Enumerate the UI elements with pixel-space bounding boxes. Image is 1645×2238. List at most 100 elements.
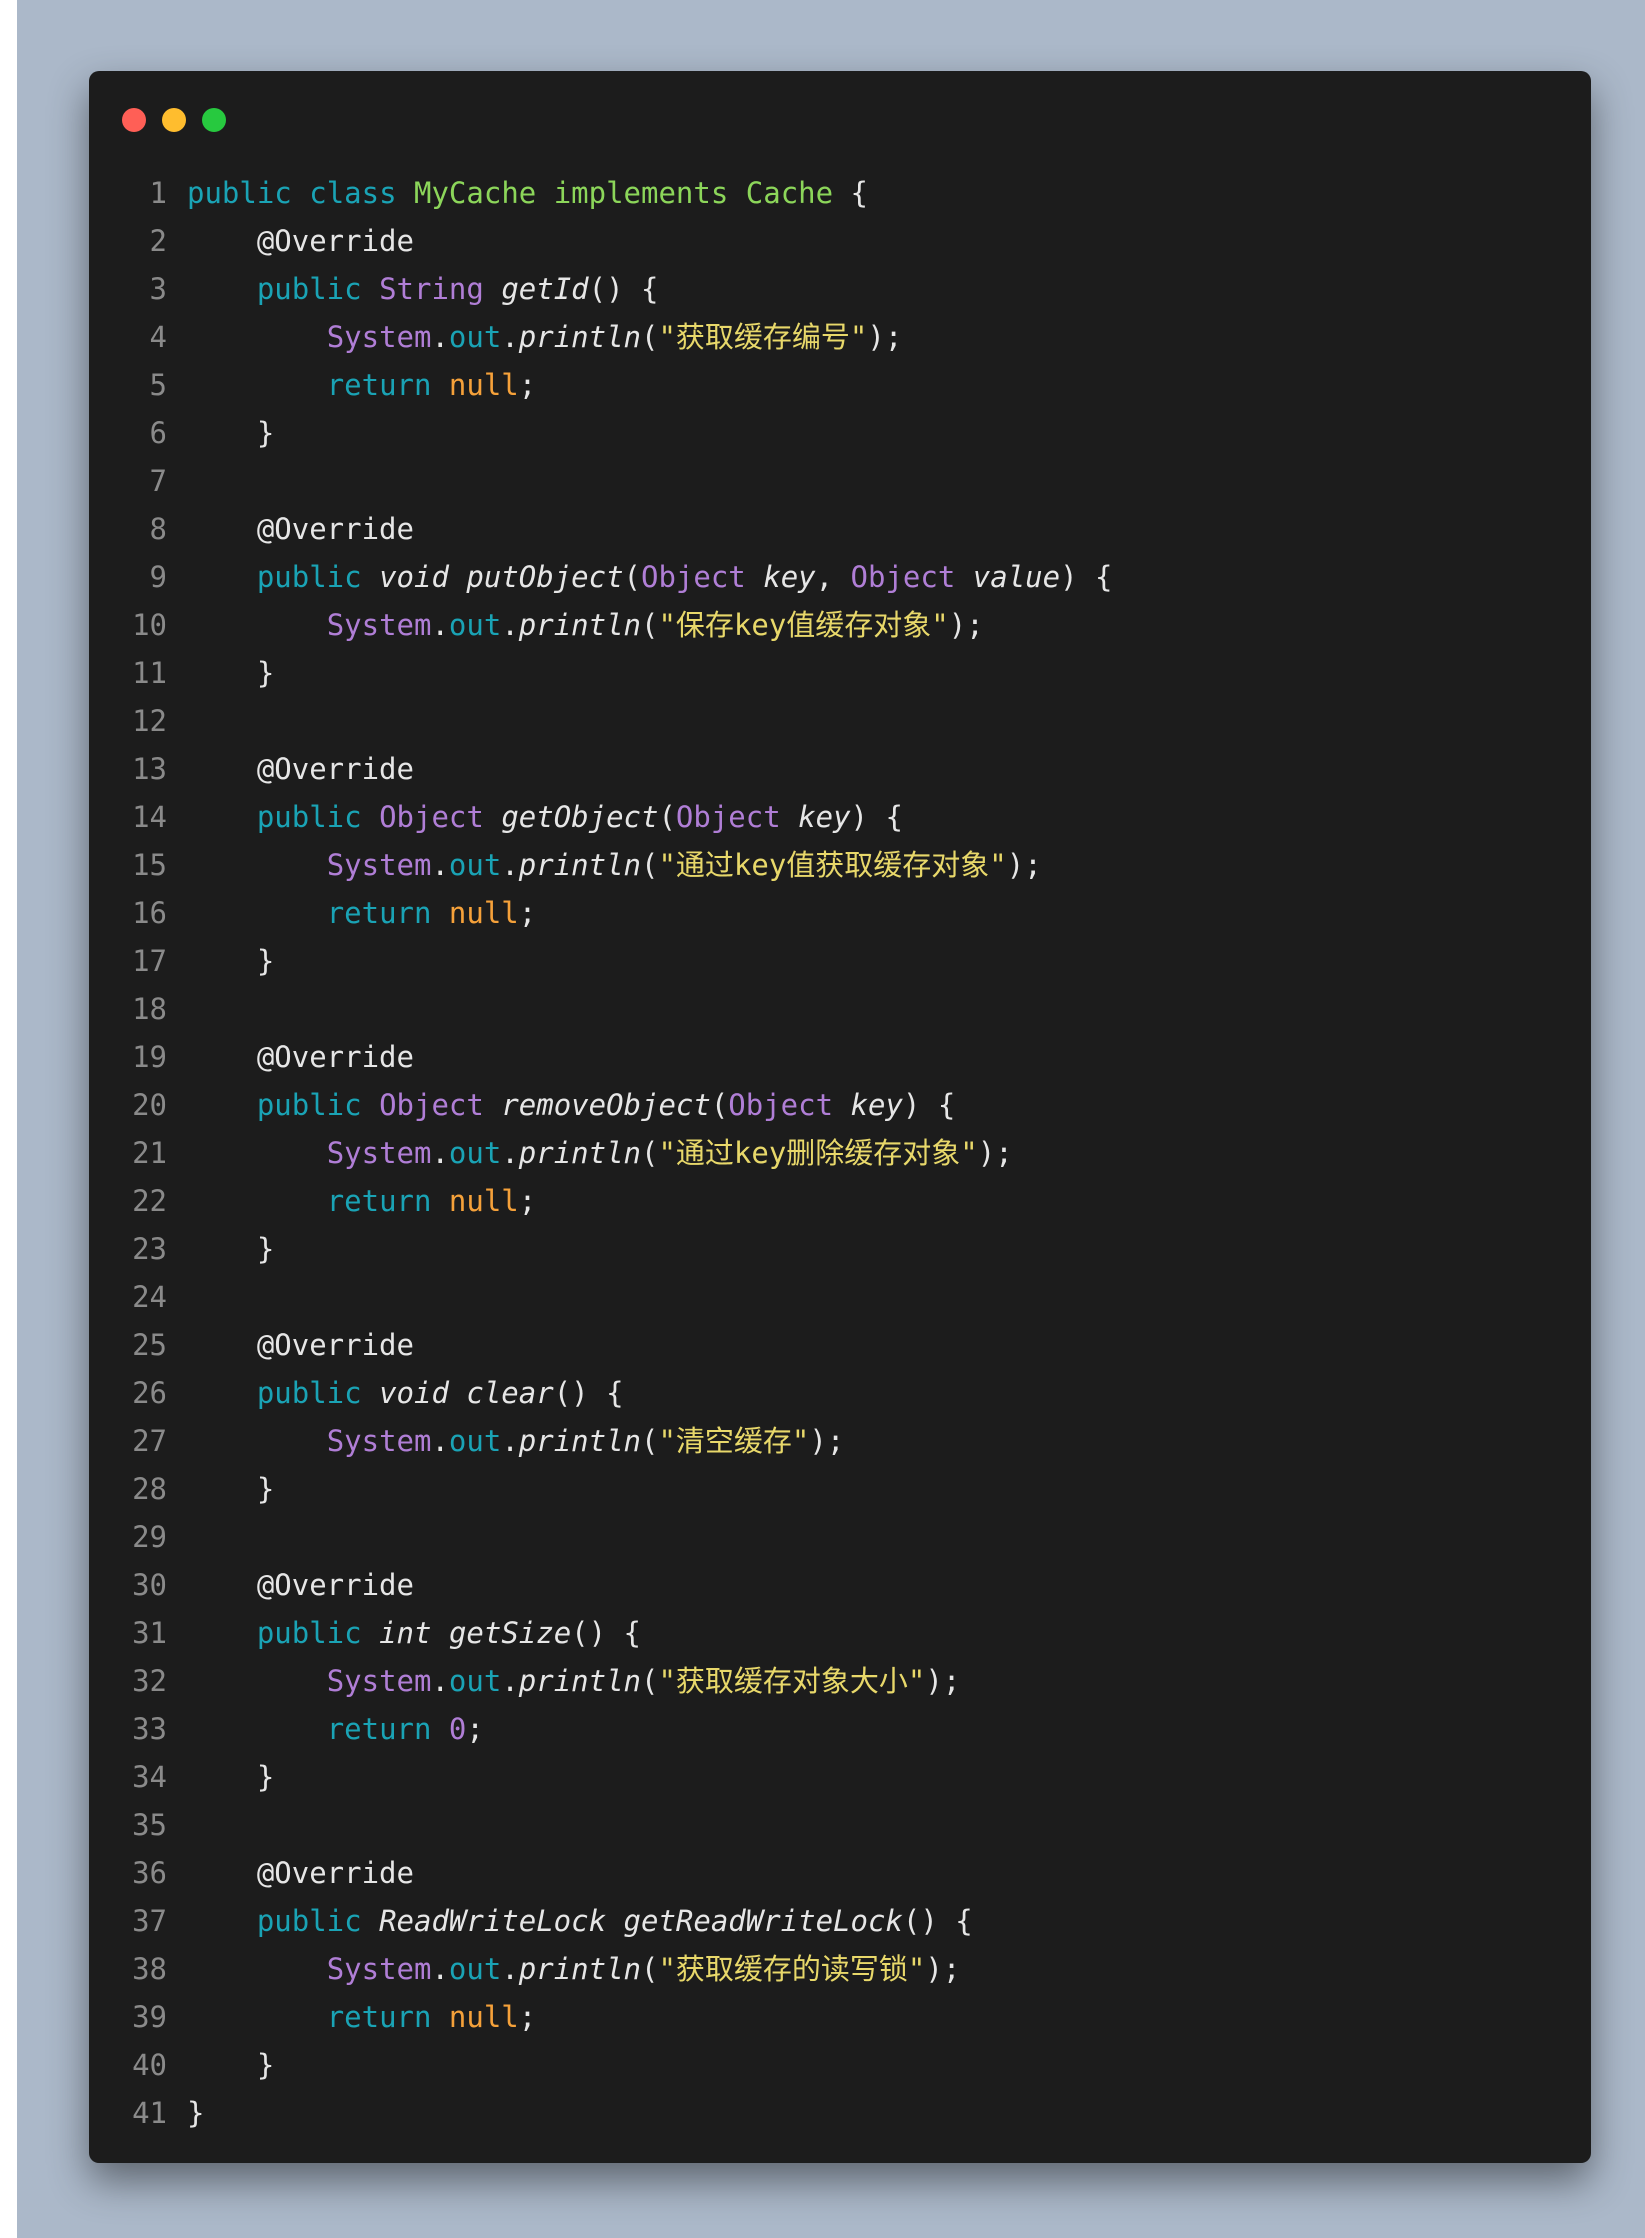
line-text: System.out.println("通过key删除缓存对象"); (187, 1129, 1013, 1177)
line-number: 29 (132, 1520, 167, 1554)
code-token: . (431, 608, 449, 642)
code-token: . (431, 320, 449, 354)
code-line: 3 public String getId() { (89, 265, 1591, 313)
code-token: System (326, 848, 432, 882)
close-dot-icon[interactable] (122, 108, 146, 132)
line-number: 33 (132, 1712, 167, 1746)
code-line: 41} (89, 2089, 1591, 2137)
code-token: void (379, 1376, 449, 1410)
code-token: implements (553, 176, 729, 210)
maximize-dot-icon[interactable] (202, 108, 226, 132)
code-token: () { (902, 1904, 973, 1938)
code-token: putObject (466, 560, 624, 594)
code-line: 12 (89, 697, 1591, 745)
code-token: public (256, 272, 362, 306)
code-token: System (326, 1136, 432, 1170)
line-number: 15 (132, 848, 167, 882)
code-token: } (256, 944, 275, 978)
code-token: public (256, 1376, 362, 1410)
code-token: return (326, 1712, 432, 1746)
code-token: () { (553, 1376, 624, 1410)
code-token: value (972, 560, 1061, 594)
line-number: 35 (132, 1808, 167, 1842)
code-line: 11 } (89, 649, 1591, 697)
code-line: 32 System.out.println("获取缓存对象大小"); (89, 1657, 1591, 1705)
line-number: 1 (149, 176, 167, 210)
code-token: . (501, 320, 519, 354)
line-text: return null; (187, 1177, 537, 1225)
code-token: } (256, 1760, 275, 1794)
code-token: ( (641, 1136, 659, 1170)
line-number: 20 (132, 1088, 167, 1122)
minimize-dot-icon[interactable] (162, 108, 186, 132)
code-token: . (431, 1136, 449, 1170)
code-token: ); (809, 1424, 845, 1458)
code-token: public (256, 1088, 362, 1122)
code-token: Object (379, 800, 484, 834)
window-controls (122, 108, 226, 132)
code-token: ; (466, 1712, 484, 1746)
code-token: ; (518, 1184, 537, 1218)
code-token: out (448, 1136, 502, 1170)
code-token: int (379, 1616, 432, 1650)
code-token: ( (641, 1664, 659, 1698)
line-text: } (187, 649, 274, 697)
code-token: @Override (256, 1856, 414, 1890)
line-number: 4 (149, 320, 167, 354)
code-token: return (326, 896, 432, 930)
code-token: } (256, 416, 275, 450)
line-text: System.out.println("获取缓存的读写锁"); (187, 1945, 961, 1993)
code-token: public (256, 1616, 362, 1650)
code-line: 4 System.out.println("获取缓存编号"); (89, 313, 1591, 361)
code-line: 28 } (89, 1465, 1591, 1513)
code-token: getReadWriteLock (623, 1904, 903, 1938)
code-token: println (518, 1424, 641, 1458)
line-number: 14 (132, 800, 167, 834)
code-token: ( (623, 560, 641, 594)
code-line: 6 } (89, 409, 1591, 457)
code-token: ); (925, 1952, 961, 1986)
code-token: ( (710, 1088, 729, 1122)
code-token: @Override (256, 1328, 414, 1362)
code-token: out (448, 608, 502, 642)
code-token: ( (658, 800, 676, 834)
code-token: 0 (448, 1712, 467, 1746)
line-text: @Override (187, 1849, 414, 1897)
code-token: ); (1006, 848, 1042, 882)
code-token: println (518, 608, 641, 642)
code-line: 30 @Override (89, 1561, 1591, 1609)
code-token: Object (850, 560, 956, 594)
code-token: () { (588, 272, 659, 306)
code-token: ( (641, 608, 659, 642)
code-token: key (850, 1088, 903, 1122)
code-token: ); (977, 1136, 1013, 1170)
code-line: 13 @Override (89, 745, 1591, 793)
code-token: public (256, 560, 362, 594)
line-text: return null; (187, 361, 537, 409)
line-text: } (187, 937, 274, 985)
code-token: ( (641, 1952, 659, 1986)
line-text: public String getId() { (187, 265, 659, 313)
code-token: System (326, 1664, 432, 1698)
line-text: @Override (187, 745, 414, 793)
